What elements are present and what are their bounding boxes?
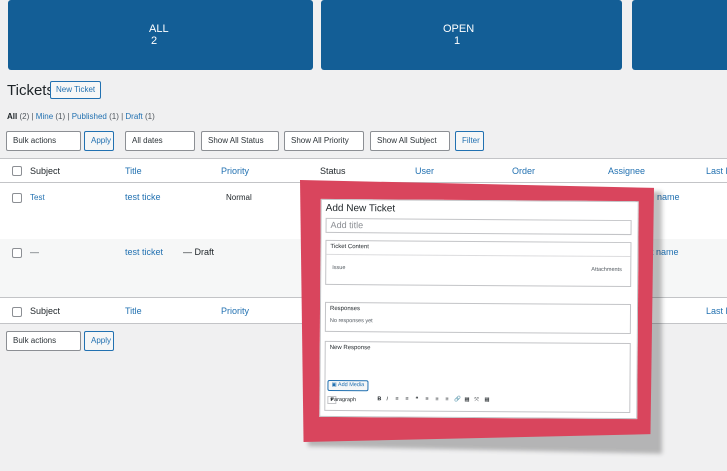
bold-icon[interactable]: B bbox=[377, 396, 381, 402]
italic-icon[interactable]: I bbox=[386, 396, 388, 402]
filter-button[interactable]: Filter bbox=[455, 131, 484, 151]
issue-label: Issue bbox=[332, 264, 346, 272]
no-responses-text: No responses yet bbox=[329, 317, 373, 325]
stat-all-label: ALL bbox=[149, 23, 169, 35]
column-last-response[interactable]: Last R bbox=[706, 166, 727, 176]
filter-all-link[interactable]: All bbox=[7, 112, 17, 121]
link-icon[interactable]: 🔗 bbox=[454, 397, 461, 403]
column-user[interactable]: User bbox=[415, 166, 434, 176]
row-draft-state: — Draft bbox=[183, 247, 215, 257]
stat-card-next[interactable] bbox=[632, 0, 727, 70]
more-tag-icon[interactable]: ▦ bbox=[464, 397, 469, 403]
responses-box: Responses No responses yet bbox=[324, 301, 632, 335]
filter-published-count: (1) bbox=[109, 112, 119, 121]
subject-filter-select[interactable]: Show All Subject bbox=[370, 131, 450, 151]
align-right-icon[interactable]: ≡ bbox=[445, 397, 448, 403]
add-media-label: Add Media bbox=[337, 382, 365, 389]
new-ticket-button[interactable]: New Ticket bbox=[50, 81, 102, 99]
filter-separator: | bbox=[31, 112, 34, 121]
row-subject[interactable]: Test bbox=[30, 193, 45, 202]
ticket-content-heading: Ticket Content bbox=[330, 243, 369, 251]
bullet-list-icon[interactable]: ≡ bbox=[395, 396, 398, 402]
column-priority[interactable]: Priority bbox=[221, 306, 249, 316]
ticket-content-box: Ticket Content Issue Attachments bbox=[325, 239, 632, 288]
add-media-icon: ▣ bbox=[331, 381, 337, 389]
date-filter-select[interactable]: All dates bbox=[125, 131, 195, 151]
bulk-actions-label: Bulk actions bbox=[13, 136, 57, 145]
row-title-link[interactable]: test ticke bbox=[125, 192, 161, 202]
apply-button-bottom[interactable]: Apply bbox=[84, 331, 114, 351]
bulk-actions-label: Bulk actions bbox=[13, 336, 57, 345]
ticket-title-input[interactable]: Add title bbox=[325, 217, 632, 236]
add-media-button[interactable]: ▣ Add Media bbox=[327, 379, 369, 392]
column-priority[interactable]: Priority bbox=[221, 166, 249, 176]
priority-filter-label: Show All Priority bbox=[291, 136, 349, 145]
row-priority: Normal bbox=[226, 193, 252, 202]
column-subject[interactable]: Subject bbox=[30, 166, 60, 176]
filter-mine-link[interactable]: Mine bbox=[36, 112, 53, 121]
stat-open-label: OPEN bbox=[443, 23, 475, 35]
divider bbox=[326, 253, 631, 258]
fullscreen-icon[interactable]: ⤧ bbox=[474, 397, 478, 404]
toolbar-toggle-icon[interactable]: ▦ bbox=[484, 397, 489, 403]
filter-mine-count: (1) bbox=[55, 112, 66, 121]
numbered-list-icon[interactable]: ≡ bbox=[405, 396, 408, 402]
row-title-link[interactable]: test ticket bbox=[125, 247, 163, 257]
column-order[interactable]: Order bbox=[512, 166, 535, 176]
select-all-checkbox[interactable] bbox=[12, 166, 22, 176]
column-status: Status bbox=[320, 166, 346, 176]
align-left-icon[interactable]: ≡ bbox=[425, 397, 428, 403]
date-filter-label: All dates bbox=[132, 136, 163, 145]
row-checkbox[interactable] bbox=[12, 193, 22, 203]
stat-card-all[interactable]: ALL 2 bbox=[8, 0, 313, 70]
status-filter-select[interactable]: Show All Status bbox=[201, 131, 279, 151]
status-filter-links: All (2) | Mine (1) | Published (1) | Dra… bbox=[7, 112, 155, 121]
stat-card-open[interactable]: OPEN 1 bbox=[321, 0, 622, 70]
align-center-icon[interactable]: ≡ bbox=[435, 397, 438, 403]
paragraph-label: Paragraph bbox=[330, 396, 357, 404]
stat-cards: ALL 2 OPEN 1 bbox=[0, 0, 727, 72]
priority-filter-select[interactable]: Show All Priority bbox=[284, 131, 364, 151]
responses-heading: Responses bbox=[329, 305, 361, 313]
paragraph-format-select[interactable]: Paragraph ▾ bbox=[327, 395, 356, 405]
column-assignee[interactable]: Assignee bbox=[608, 166, 645, 176]
editor-toolbar: Paragraph ▾ B I ≡ ≡ ❝ ≡ ≡ ≡ 🔗 ▦ ⤧ ▦ bbox=[327, 395, 627, 408]
row-checkbox[interactable] bbox=[12, 248, 22, 258]
filter-published-link[interactable]: Published bbox=[72, 112, 107, 121]
bulk-actions-select-bottom[interactable]: Bulk actions bbox=[6, 331, 81, 351]
column-subject[interactable]: Subject bbox=[30, 306, 60, 316]
status-filter-label: Show All Status bbox=[208, 136, 264, 145]
filter-draft-count: (1) bbox=[144, 112, 155, 121]
column-title[interactable]: Title bbox=[125, 306, 142, 316]
modal-title: Add New Ticket bbox=[325, 202, 396, 215]
page-title: Tickets bbox=[7, 82, 54, 99]
subject-filter-label: Show All Subject bbox=[377, 136, 437, 145]
filter-draft-link[interactable]: Draft bbox=[125, 112, 142, 121]
add-ticket-preview: Add New Ticket Add title Ticket Content … bbox=[300, 180, 662, 454]
stat-all-value: 2 bbox=[151, 35, 158, 47]
attachments-label: Attachments bbox=[591, 266, 622, 273]
filter-all-count: (2) bbox=[19, 112, 30, 121]
row-subject: — bbox=[30, 247, 39, 257]
apply-button[interactable]: Apply bbox=[84, 131, 114, 151]
new-response-heading: New Response bbox=[329, 344, 371, 352]
stat-open-value: 1 bbox=[454, 35, 461, 47]
select-all-checkbox-footer[interactable] bbox=[12, 307, 22, 317]
bulk-actions-select[interactable]: Bulk actions bbox=[6, 131, 81, 151]
filter-separator: | bbox=[67, 112, 70, 121]
filter-separator: | bbox=[121, 112, 124, 121]
column-title[interactable]: Title bbox=[125, 166, 142, 176]
column-last-response[interactable]: Last R bbox=[706, 306, 727, 316]
add-new-ticket-panel: Add New Ticket Add title Ticket Content … bbox=[319, 198, 639, 420]
blockquote-icon[interactable]: ❝ bbox=[415, 397, 418, 403]
